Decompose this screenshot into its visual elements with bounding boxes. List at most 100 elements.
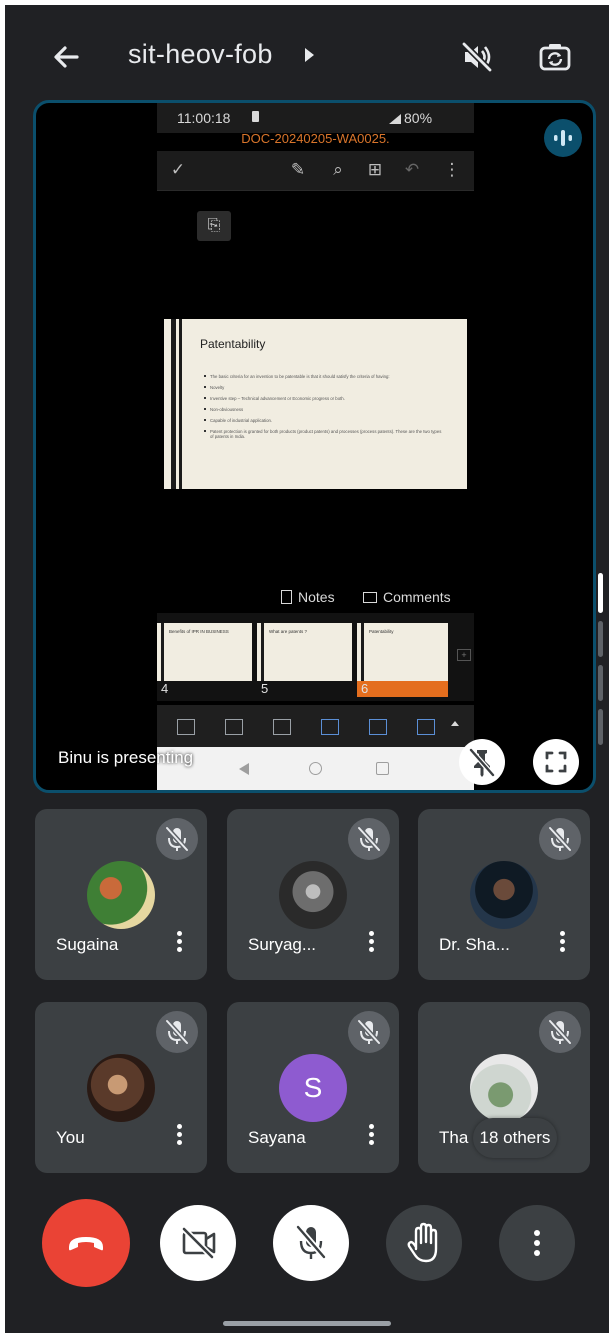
participant-more-button[interactable] xyxy=(365,1124,377,1152)
speaker-button[interactable] xyxy=(457,37,497,77)
slide-bullet: Non-obviousness xyxy=(204,407,444,412)
comment-icon xyxy=(363,592,377,603)
participant-name: Sugaina xyxy=(56,935,119,954)
thumbnail-number: 5 xyxy=(261,681,269,696)
speaker-off-icon xyxy=(461,41,493,73)
nav-recents-icon xyxy=(376,762,389,775)
phone-hangup-icon xyxy=(69,1237,103,1251)
fullscreen-button[interactable] xyxy=(533,739,579,785)
mic-off-icon xyxy=(548,826,572,852)
tile-scrollbar[interactable] xyxy=(598,573,603,753)
notes-button: Notes xyxy=(281,589,335,605)
nav-home-icon xyxy=(309,762,322,775)
shapes-icon xyxy=(369,719,387,735)
avatar xyxy=(279,861,347,929)
avatar xyxy=(87,1054,155,1122)
participant-name: Tha xyxy=(439,1128,469,1147)
slide-bullet: Capable of industrial application. xyxy=(204,418,444,423)
image-icon xyxy=(321,719,339,735)
slide-preview: Patentability The basic criteria for an … xyxy=(164,319,467,489)
participant-tile[interactable]: You xyxy=(35,1002,207,1173)
mic-off-badge xyxy=(156,1011,198,1053)
chevron-right-icon[interactable] xyxy=(305,48,314,62)
more-vert-icon xyxy=(534,1230,540,1256)
thumbnail-title: Benefits of IPR IN BUSINESS xyxy=(169,629,229,634)
scrollbar-segment xyxy=(598,621,603,657)
others-count-button[interactable]: 18 others xyxy=(473,1118,557,1158)
mic-off-icon xyxy=(295,1225,327,1259)
arrow-left-icon xyxy=(54,46,79,68)
presentation-view[interactable]: 11:00:18 80% DOC-20240205-WA0025. ✓ ✎ ⌕ … xyxy=(33,100,596,793)
camera-flip-icon xyxy=(539,44,571,71)
status-time: 11:00:18 xyxy=(177,110,231,126)
back-button[interactable] xyxy=(47,37,87,77)
participant-tile[interactable]: S Sayana xyxy=(227,1002,399,1173)
participant-name: Sayana xyxy=(248,1128,306,1147)
participant-name: Suryag... xyxy=(248,935,317,954)
scrollbar-thumb[interactable] xyxy=(598,573,603,613)
more-vert-icon: ⋮ xyxy=(443,160,461,179)
layout-icon xyxy=(177,719,195,735)
participant-more-button[interactable] xyxy=(173,931,185,959)
search-icon: ⌕ xyxy=(333,160,343,179)
participant-tile[interactable]: Dr. Sha... xyxy=(418,809,590,980)
more-options-button[interactable] xyxy=(499,1205,575,1281)
unpin-button[interactable] xyxy=(459,739,505,785)
shared-screen: 11:00:18 80% DOC-20240205-WA0025. ✓ ✎ ⌕ … xyxy=(157,103,474,790)
thumbnail-number-active: 6 xyxy=(357,681,448,697)
slide-thumbnails: Benefits of IPR IN BUSINESS 4 What are p… xyxy=(157,613,474,701)
text-box-icon xyxy=(417,719,435,735)
participant-more-button[interactable] xyxy=(365,931,377,959)
pin-off-icon xyxy=(469,748,495,777)
participant-tile[interactable]: Suryag... xyxy=(227,809,399,980)
avatar xyxy=(470,1054,538,1122)
participant-more-button[interactable] xyxy=(556,931,568,959)
participant-more-button[interactable] xyxy=(173,1124,185,1152)
mic-off-icon xyxy=(357,826,381,852)
slide-decoration xyxy=(179,319,182,489)
gesture-handle[interactable] xyxy=(223,1321,391,1326)
edit-toolbar xyxy=(157,705,474,747)
mic-off-icon xyxy=(548,1019,572,1045)
mic-off-badge xyxy=(539,1011,581,1053)
scrollbar-segment xyxy=(598,709,603,745)
status-battery: 80% xyxy=(389,110,432,126)
signal-icon xyxy=(389,114,401,124)
mic-off-icon xyxy=(357,1019,381,1045)
table-icon xyxy=(273,719,291,735)
mic-off-badge xyxy=(156,818,198,860)
end-call-button[interactable] xyxy=(42,1199,130,1287)
scrollbar-segment xyxy=(598,665,603,701)
thumbnail-title: What are patents ? xyxy=(269,629,308,634)
avatar-letter: S xyxy=(279,1054,347,1122)
presentation-icon: ⊞ xyxy=(367,160,383,179)
audio-level-icon xyxy=(554,130,572,146)
camera-toggle-button[interactable] xyxy=(160,1205,236,1281)
audio-indicator xyxy=(544,119,582,157)
slide-decoration xyxy=(171,319,176,489)
thumbnail-number: 4 xyxy=(161,681,169,696)
comments-button: Comments xyxy=(363,589,451,605)
participant-name: Dr. Sha... xyxy=(439,935,510,954)
meet-screen: sit-heov-fob 11:00:18 80% DOC-20240205-W… xyxy=(5,5,609,1333)
slide-title: Patentability xyxy=(200,337,266,351)
top-bar: sit-heov-fob xyxy=(5,5,609,100)
android-nav-bar xyxy=(157,747,474,790)
slide-bullet: The basic criteria for an invention to b… xyxy=(204,374,444,379)
switch-camera-button[interactable] xyxy=(535,37,575,77)
hand-icon xyxy=(407,1222,438,1263)
notes-comments-row: Notes Comments xyxy=(157,589,474,615)
thumbnail-title: Patentability xyxy=(369,629,394,634)
avatar xyxy=(470,861,538,929)
mic-off-icon xyxy=(165,826,189,852)
microphone-toggle-button[interactable] xyxy=(273,1205,349,1281)
nav-back-icon xyxy=(239,763,249,775)
raise-hand-button[interactable] xyxy=(386,1205,462,1281)
mic-off-badge xyxy=(348,1011,390,1053)
slide-bullet: Inventive step – Technical advancement o… xyxy=(204,396,444,401)
meeting-title[interactable]: sit-heov-fob xyxy=(128,39,273,70)
notes-label: Notes xyxy=(298,589,335,605)
slide-bullet: Novelty xyxy=(204,385,444,390)
document-toolbar: ✓ ✎ ⌕ ⊞ ↶ ⋮ xyxy=(157,151,474,191)
participant-tile[interactable]: Sugaina xyxy=(35,809,207,980)
